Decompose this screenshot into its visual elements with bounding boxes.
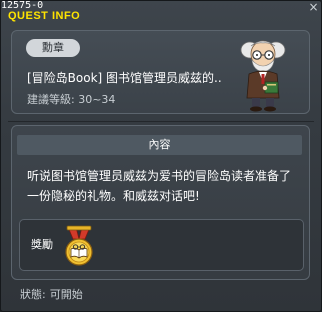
section-divider — [8, 121, 314, 122]
window-title: QUEST INFO — [8, 10, 81, 22]
status-label: 狀態: — [20, 288, 46, 301]
level-range: 30~34 — [78, 93, 116, 106]
status-value: 可開始 — [49, 288, 83, 301]
quest-status: 狀態: 可開始 — [20, 286, 83, 302]
description-line-2: 一份隐秘的礼物。和威兹对话吧! — [27, 189, 200, 203]
medal-icon[interactable] — [62, 225, 96, 267]
description-line-1: 听说图书馆管理员威兹为爱书的冒险岛读者准备了 — [27, 169, 292, 183]
librarian-wizet-npc-icon — [240, 40, 286, 112]
quest-category-tag: 勳章 — [26, 39, 80, 57]
level-label: 建議等級 — [27, 93, 71, 106]
content-section-header: 內容 — [17, 135, 302, 155]
reward-label: 獎勵 — [31, 238, 53, 251]
close-button[interactable]: × — [308, 1, 319, 13]
quest-title: [冒险岛Book] 图书馆管理员威兹的.. — [27, 71, 222, 85]
recommended-level: 建議等級: 30~34 — [27, 91, 115, 107]
quest-description: 听说图书馆管理员威兹为爱书的冒险岛读者准备了 一份隐秘的礼物。和威兹对话吧! — [27, 166, 305, 206]
